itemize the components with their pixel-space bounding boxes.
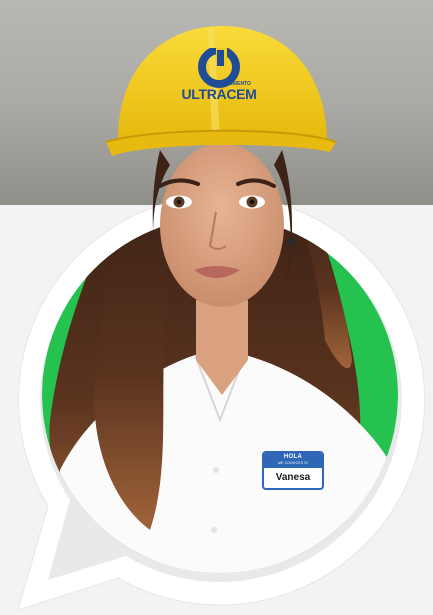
ultracem-logo: CEMENTO ULTRACEM (176, 48, 262, 112)
badge-subtitle: ME CONOCES SI (278, 461, 308, 465)
name-badge-header: HOLA ME CONOCES SI (264, 453, 322, 468)
badge-name: Vanesa (275, 472, 311, 483)
name-badge: HOLA ME CONOCES SI Vanesa (262, 451, 324, 490)
badge-title: HOLA (283, 454, 303, 460)
logo-brand: ULTRACEM (181, 86, 257, 102)
hero-image: CEMENTO ULTRACEM HOLA ME CONOCES SI Vane… (0, 0, 433, 615)
